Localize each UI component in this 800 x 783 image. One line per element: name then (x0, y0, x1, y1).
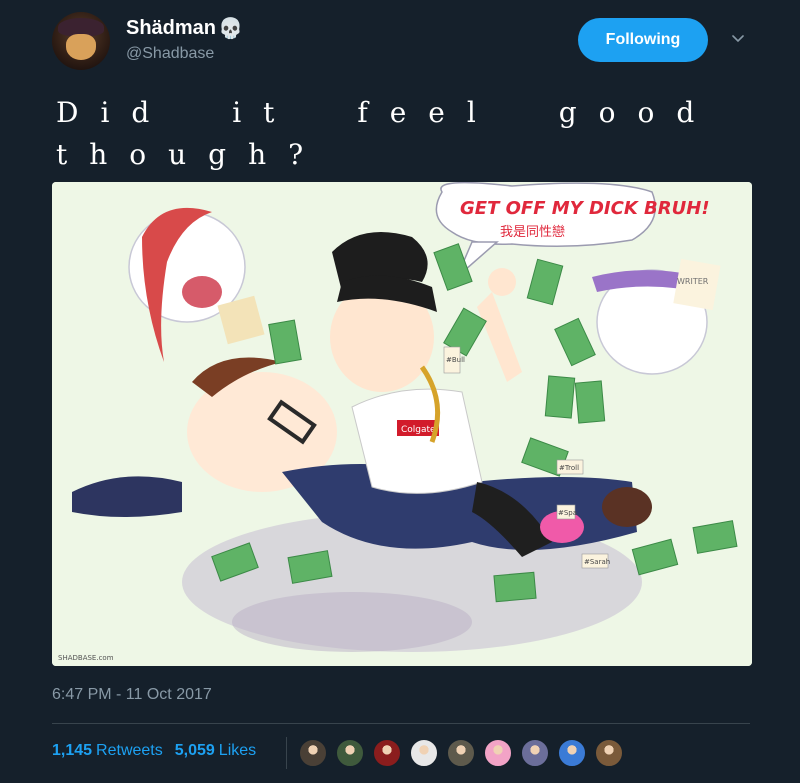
shirt-logo: Colgate (401, 425, 436, 435)
liker-avatar-9[interactable] (595, 739, 623, 767)
likes-count[interactable]: 5,059 (175, 742, 215, 760)
tweet-stats: 1,145 Retweets 5,059 Likes (52, 742, 268, 760)
divider (52, 723, 750, 724)
chevron-down-icon[interactable] (732, 33, 744, 45)
writer-tag: WRITER (677, 277, 709, 286)
liker-avatar-1[interactable] (299, 739, 327, 767)
display-name[interactable]: Shädman 💀 (126, 16, 243, 41)
retweets-label[interactable]: Retweets (96, 742, 163, 760)
tweet-card: Shädman 💀 @Shadbase Following Did it fee… (0, 0, 800, 783)
liker-avatar-4[interactable] (410, 739, 438, 767)
tweet-text: Did it feel good though? (56, 96, 717, 171)
user-handle[interactable]: @Shadbase (126, 45, 214, 63)
liker-avatar-2[interactable] (336, 739, 364, 767)
artist-signature: SHADBASE.com (58, 654, 114, 662)
liker-avatar-5[interactable] (447, 739, 475, 767)
speech-text: GET OFF MY DICK BRUH! (460, 198, 710, 219)
comic-illustration: GET OFF MY DICK BRUH! 我是同性戀 WRITER Colga… (52, 182, 752, 666)
display-name-text: Shädman (126, 17, 217, 39)
avatar[interactable] (52, 12, 110, 70)
liker-avatar-8[interactable] (558, 739, 586, 767)
retweets-count[interactable]: 1,145 (52, 742, 92, 760)
tweet-timestamp[interactable]: 6:47 PM - 11 Oct 2017 (52, 686, 212, 704)
likers-divider (286, 737, 287, 769)
liker-avatar-6[interactable] (484, 739, 512, 767)
liker-avatar-3[interactable] (373, 739, 401, 767)
avatar-face (66, 34, 96, 60)
liker-avatar-7[interactable] (521, 739, 549, 767)
liker-avatars (299, 739, 632, 767)
tweet-image[interactable]: GET OFF MY DICK BRUH! 我是同性戀 WRITER Colga… (52, 182, 752, 666)
speech-text-chinese: 我是同性戀 (500, 224, 565, 240)
tag-sarah: #Sarah (584, 558, 610, 566)
likes-label[interactable]: Likes (219, 742, 256, 760)
tag-spa: #Spa (558, 509, 577, 517)
tag-troll: #Troll (559, 464, 579, 472)
skull-icon: 💀 (218, 18, 243, 40)
following-button[interactable]: Following (578, 18, 708, 62)
tag-bull: #Bull (446, 356, 465, 364)
